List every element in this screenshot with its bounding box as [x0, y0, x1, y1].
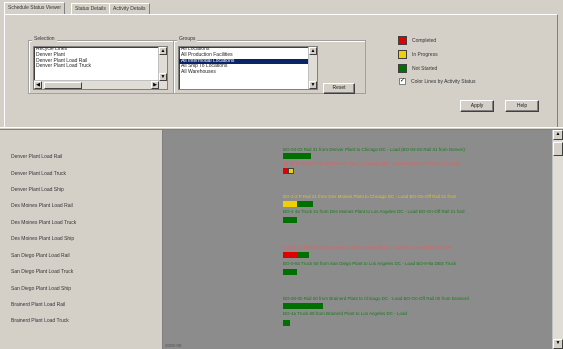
row-label: Denver Plant Load Truck [11, 171, 67, 177]
row-label: San Diego Plant Load Ship [11, 286, 72, 292]
tab-activity-details[interactable]: Activity Details [109, 3, 150, 14]
gantt-activity-label[interactable]: BO-03-03 Rail 31 from Denver Plant to Ch… [283, 147, 465, 152]
scroll-up-icon[interactable]: ▲ [159, 47, 167, 55]
gantt-activity-label[interactable]: BO-1-2 P Rail 21 from Des Moines Plant t… [283, 194, 456, 199]
groups-listbox[interactable]: All Locations All Production Facilities … [178, 46, 318, 90]
vertical-scrollbar[interactable]: ▲ ▼ [308, 47, 317, 89]
row-label: Denver Plant Load Ship [11, 187, 64, 193]
gantt-bar-not-started[interactable] [297, 252, 309, 258]
gantt-time-label: 2000-08 [165, 343, 182, 348]
scroll-thumb[interactable] [553, 142, 563, 156]
scroll-up-icon[interactable]: ▲ [309, 47, 317, 55]
row-label: San Diego Plant Load Rail [11, 253, 70, 259]
color-lines-label: Color Lines by Activity Status [411, 79, 476, 85]
row-label: Des Moines Plant Load Rail [11, 203, 73, 209]
legend-completed-label: Completed [412, 38, 437, 44]
tab-status-details[interactable]: Status Details [71, 3, 110, 14]
row-label: San Diego Plant Load Truck [11, 269, 74, 275]
list-item[interactable]: Denver Plant Load Truck [34, 64, 167, 70]
reset-button[interactable]: Reset [323, 83, 355, 94]
gantt-activity-label[interactable]: 01 08 11 Rail 00 Rail 20 Denver Plant to… [283, 161, 461, 166]
gantt-bar-not-started[interactable] [283, 269, 297, 275]
gantt-bar-not-started[interactable] [283, 320, 290, 326]
legend-not-started-label: Not Started [412, 66, 438, 72]
row-label: Denver Plant Load Rail [11, 154, 63, 160]
vertical-scrollbar[interactable]: ▲ ▼ [158, 47, 167, 89]
gantt-activity-label[interactable]: BO-00-07 Rail 00 from San Diego Plant to… [283, 245, 452, 250]
completed-swatch [398, 36, 407, 45]
scroll-down-icon[interactable]: ▼ [159, 73, 167, 81]
gantt-activity-label[interactable]: BO-00-00 Rail 00 from Brainerd Plant to … [283, 296, 469, 301]
row-label: Brainerd Plant Load Rail [11, 302, 66, 308]
scroll-right-icon[interactable]: ▶ [151, 81, 159, 89]
help-button[interactable]: Help [505, 100, 539, 112]
scroll-down-icon[interactable]: ▼ [309, 81, 317, 89]
in-progress-swatch [398, 50, 407, 59]
gantt-bar-not-started[interactable] [297, 201, 313, 207]
scroll-left-icon[interactable]: ◀ [34, 81, 42, 89]
gantt-bar-not-started[interactable] [283, 153, 311, 159]
selection-listbox[interactable]: Recycle Lines Denver Plant Denver Plant … [33, 46, 168, 90]
gantt-bar-completed[interactable] [283, 252, 297, 258]
selection-label: Selection [32, 36, 57, 42]
row-label: Des Moines Plant Load Truck [11, 220, 77, 226]
gantt-bar-not-started[interactable] [283, 303, 323, 309]
gantt-activity-label[interactable]: BO-4a Truck 60 from Brainerd Plant to Lo… [283, 311, 407, 316]
row-label: Brainerd Plant Load Truck [11, 318, 69, 324]
gantt-bar-not-started[interactable] [283, 217, 297, 223]
gantt-chart-area[interactable]: BO-03-03 Rail 31 from Denver Plant to Ch… [163, 130, 552, 349]
gantt-activity-label[interactable]: BO-0-8a Truck 60 from San Diego Plant to… [283, 261, 456, 266]
apply-button[interactable]: Apply [460, 100, 494, 112]
groups-label: Groups [177, 36, 198, 42]
gantt-activity-label[interactable]: BO-4 4a Truck 41 from Des Moines Plant t… [283, 209, 465, 214]
horizontal-scrollbar[interactable]: ◀ ▶ [34, 80, 159, 89]
legend-in-progress-label: In Progress [412, 52, 438, 58]
scroll-down-icon[interactable]: ▼ [553, 339, 563, 349]
scroll-up-icon[interactable]: ▲ [553, 130, 563, 140]
check-icon: ✓ [400, 78, 406, 84]
scroll-thumb[interactable] [44, 82, 82, 89]
list-item[interactable]: All Warehouses [179, 69, 317, 76]
row-label: Des Moines Plant Load Ship [11, 236, 75, 242]
gantt-bar-in-progress[interactable] [288, 168, 294, 174]
gantt-bar-in-progress[interactable] [283, 201, 297, 207]
row-labels-pane: Denver Plant Load Rail Denver Plant Load… [0, 130, 163, 349]
not-started-swatch [398, 64, 407, 73]
gantt-vertical-scrollbar[interactable]: ▲ ▼ [552, 130, 563, 349]
